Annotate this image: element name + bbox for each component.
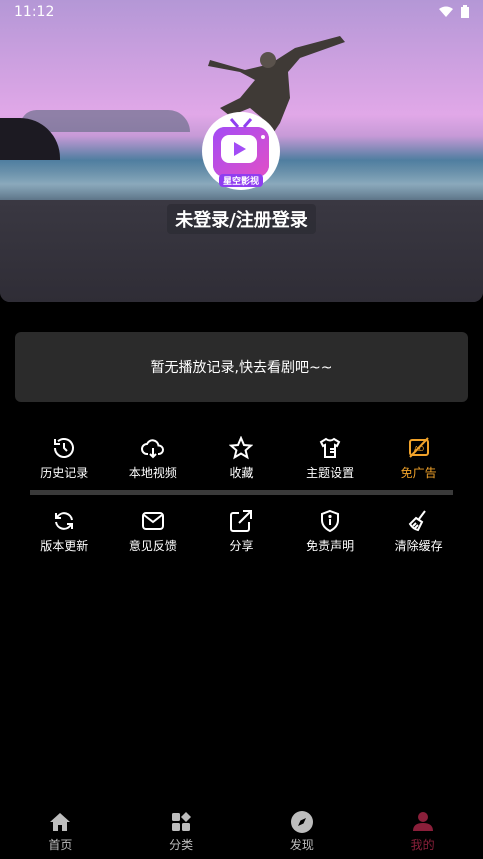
tab-label: 我的 xyxy=(410,838,435,852)
menu-label: 免责声明 xyxy=(306,539,355,553)
user-icon xyxy=(412,812,433,831)
login-register-link[interactable]: 未登录/注册登录 xyxy=(167,204,316,234)
tab-label: 首页 xyxy=(48,838,73,852)
menu-item-local-video[interactable]: 本地视频 xyxy=(109,436,198,481)
home-icon xyxy=(50,813,71,831)
menu-item-update[interactable]: 版本更新 xyxy=(20,509,109,554)
tab-label: 分类 xyxy=(169,838,194,852)
tab-mine[interactable]: 我的 xyxy=(362,804,483,859)
menu-divider xyxy=(30,490,453,495)
menu-item-disclaimer[interactable]: 免责声明 xyxy=(286,509,375,554)
menu-item-theme[interactable]: 主题设置 xyxy=(286,436,375,481)
menu-label: 本地视频 xyxy=(128,466,177,480)
tab-home[interactable]: 首页 xyxy=(0,804,121,859)
app-logo[interactable]: 星空影视 xyxy=(202,112,280,190)
menu-label: 版本更新 xyxy=(40,539,89,553)
history-empty-text: 暂无播放记录,快去看剧吧~~ xyxy=(150,360,333,376)
star-icon xyxy=(229,436,254,460)
logo-text: 星空影视 xyxy=(218,174,263,187)
share-icon xyxy=(230,510,253,532)
menu-item-clear-cache[interactable]: 清除缓存 xyxy=(374,509,463,554)
tab-label: 发现 xyxy=(289,838,314,852)
bottom-tab-bar: 首页 分类 发现 我的 xyxy=(0,804,483,859)
category-icon xyxy=(172,812,192,831)
cloud-download-icon xyxy=(140,439,164,459)
menu-label: 意见反馈 xyxy=(128,539,177,553)
menu-item-history[interactable]: 历史记录 xyxy=(20,436,109,481)
tab-category[interactable]: 分类 xyxy=(121,804,242,859)
status-bar: 11:12 xyxy=(0,0,483,26)
compass-icon xyxy=(290,811,313,833)
menu-label: 分享 xyxy=(229,539,254,553)
play-history-card[interactable]: 暂无播放记录,快去看剧吧~~ xyxy=(15,332,468,402)
battery-icon xyxy=(461,5,469,18)
menu-item-share[interactable]: 分享 xyxy=(197,509,286,554)
shirt-icon xyxy=(319,437,341,458)
status-time: 11:12 xyxy=(14,4,55,20)
svg-text:AD: AD xyxy=(414,445,424,453)
menu-label: 免广告 xyxy=(400,466,437,480)
menu-item-feedback[interactable]: 意见反馈 xyxy=(109,509,198,554)
history-icon xyxy=(54,438,75,458)
profile-header: 星空影视 未登录/注册登录 xyxy=(0,0,483,302)
refresh-icon xyxy=(55,512,74,530)
menu-label: 主题设置 xyxy=(306,466,355,480)
shield-icon xyxy=(321,509,340,533)
menu-row-2: 版本更新 意见反馈 分享 免责声明 清除缓存 xyxy=(20,509,463,554)
menu-label: 清除缓存 xyxy=(394,539,443,553)
menu-item-favorites[interactable]: 收藏 xyxy=(197,436,286,481)
mail-icon xyxy=(141,512,164,530)
wifi-icon xyxy=(439,6,453,17)
no-ad-icon: AD xyxy=(408,437,429,458)
tab-discover[interactable]: 发现 xyxy=(242,804,363,859)
menu-label: 收藏 xyxy=(229,466,254,480)
broom-icon xyxy=(408,510,426,532)
menu-item-no-ads[interactable]: AD 免广告 xyxy=(374,436,463,481)
menu-label: 历史记录 xyxy=(40,466,89,480)
menu-row-1: 历史记录 本地视频 收藏 主题设置 AD 免广告 xyxy=(20,436,463,481)
